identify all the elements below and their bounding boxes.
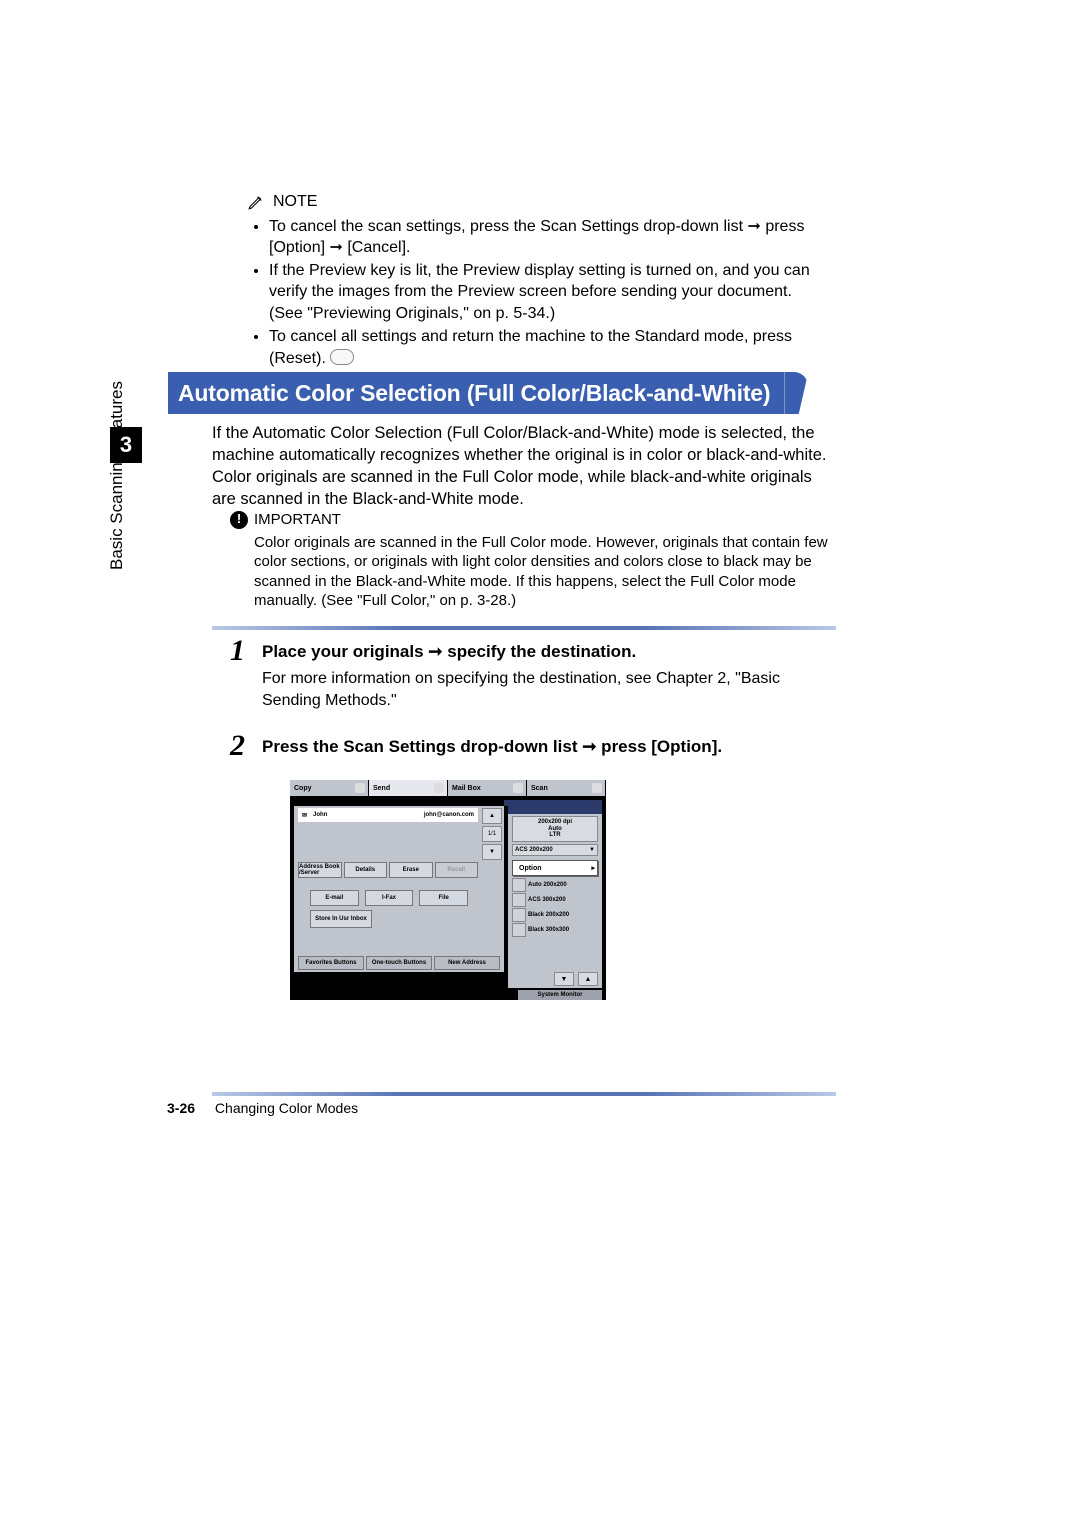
section-body: If the Automatic Color Selection (Full C… [212,423,832,511]
dest-address: john@canon.com [424,812,474,818]
ifax-button[interactable]: I-Fax [365,890,414,906]
options-scroll-up[interactable]: ▲ [578,972,598,986]
note-label: NOTE [273,191,317,212]
step-title: Press the Scan Settings drop-down list ➞… [262,737,832,757]
scroll-up[interactable]: ▲ [482,808,502,824]
divider-rule [212,626,836,630]
main-panel: ✉ John john@canon.com ▲ 1/1 ▼ Address Bo… [294,800,504,972]
tab-copy[interactable]: Copy [290,780,369,796]
scan-option-item[interactable]: Black 200x200 [512,908,598,922]
chapter-title-vertical: Basic Scanning Features [107,381,127,570]
top-tab-bar: Copy Send Mail Box Scan [290,780,606,796]
tab-send[interactable]: Send [369,780,448,796]
options-scroll-down[interactable]: ▼ [554,972,574,986]
mail-icon: ✉ [302,812,307,819]
favorites-button[interactable]: Favorites Buttons [298,956,364,970]
option-icon [512,923,526,937]
email-button[interactable]: E-mail [310,890,359,906]
system-monitor-button[interactable]: System Monitor [518,990,602,1000]
recall-button[interactable]: Recall [435,862,479,878]
important-body: Color originals are scanned in the Full … [254,533,830,611]
page-footer: 3-26 Changing Color Modes [167,1100,358,1116]
details-button[interactable]: Details [344,862,388,878]
erase-button[interactable]: Erase [389,862,433,878]
copy-icon [355,783,365,793]
step-2: 2 Press the Scan Settings drop-down list… [232,737,832,763]
note-item: If the Preview key is lit, the Preview d… [269,260,827,323]
scan-settings-panel: 200x200 dpi Auto LTR ACS 200x200 ▼ Optio… [504,806,602,988]
send-icon [434,783,444,793]
pencil-icon [247,193,265,211]
important-label: IMPORTANT [254,510,341,530]
scroll-down[interactable]: ▼ [482,844,502,860]
mailbox-icon [513,783,523,793]
scan-settings-header [508,806,602,814]
option-icon [512,893,526,907]
step-number: 2 [230,729,245,763]
option-button[interactable]: Option [512,860,598,876]
reset-key-icon [330,349,354,365]
footer-title: Changing Color Modes [215,1100,358,1116]
section-heading-text: Automatic Color Selection (Full Color/Bl… [168,372,784,414]
new-address-button[interactable]: New Address [434,956,500,970]
address-book-button[interactable]: Address Book /Server [298,862,342,878]
option-icon [512,878,526,892]
note-block: NOTE To cancel the scan settings, press … [247,191,827,371]
option-icon [512,908,526,922]
note-item: To cancel the scan settings, press the S… [269,216,827,258]
scan-option-item[interactable]: ACS 300x200 [512,893,598,907]
scan-settings-current[interactable]: ACS 200x200 ▼ [512,844,598,857]
scan-option-item[interactable]: Black 300x300 [512,923,598,937]
important-block: ! IMPORTANT Color originals are scanned … [230,510,830,611]
destination-row[interactable]: ✉ John john@canon.com [298,808,478,822]
scan-icon [592,783,602,793]
note-item: To cancel all settings and return the ma… [269,326,827,369]
dest-scrollbar: ▲ 1/1 ▼ [482,808,500,860]
page-indicator: 1/1 [482,826,502,842]
divider-rule [212,1092,836,1096]
tab-mailbox[interactable]: Mail Box [448,780,527,796]
dest-name: John [313,812,327,818]
step-title: Place your originals ➞ specify the desti… [262,642,832,662]
one-touch-button[interactable]: One-touch Buttons [366,956,432,970]
file-button[interactable]: File [419,890,468,906]
scan-option-item[interactable]: Auto 200x200 [512,878,598,892]
scan-settings-summary[interactable]: 200x200 dpi Auto LTR [512,816,598,842]
tab-scan[interactable]: Scan [527,780,606,796]
chevron-down-icon: ▼ [589,847,595,854]
device-screenshot: Copy Send Mail Box Scan ✉ John john@cano… [290,780,606,1000]
step-body: For more information on specifying the d… [262,668,832,711]
page-number: 3-26 [167,1100,195,1116]
step-number: 1 [230,634,245,668]
section-heading: Automatic Color Selection (Full Color/Bl… [168,372,808,414]
important-icon: ! [230,511,248,529]
heading-tail-shape [784,372,808,414]
store-inbox-button[interactable]: Store In Usr Inbox [310,910,372,928]
step-1: 1 Place your originals ➞ specify the des… [232,642,832,711]
